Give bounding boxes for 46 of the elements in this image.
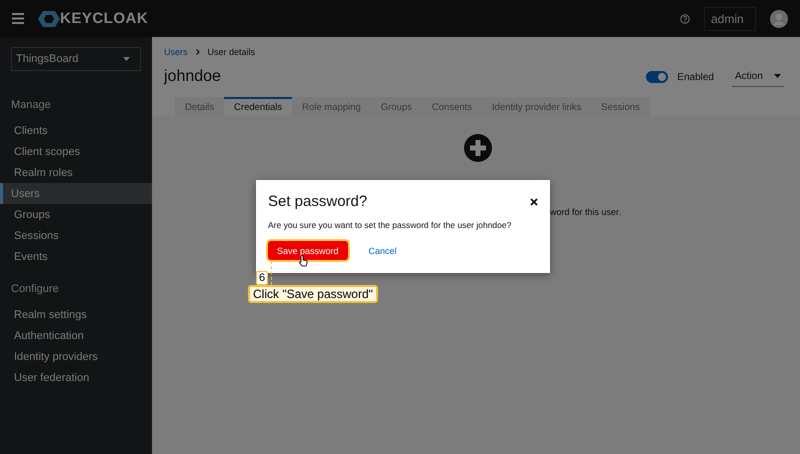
nav-item[interactable]: Realm roles: [0, 162, 152, 183]
cancel-link[interactable]: Cancel: [360, 241, 406, 260]
tab[interactable]: Identity provider links: [482, 97, 592, 116]
switch-label: Enabled: [677, 72, 714, 82]
realm-dropdown[interactable]: ThingsBoard: [11, 47, 141, 71]
breadcrumb-current: User details: [208, 47, 256, 57]
action-dropdown[interactable]: Action: [732, 67, 784, 87]
step-number: 6: [256, 271, 268, 285]
menu-icon[interactable]: [12, 13, 24, 24]
tab[interactable]: Groups: [370, 97, 422, 116]
callout-text: Click "Save password": [248, 285, 378, 303]
save-button[interactable]: Save password: [268, 241, 348, 260]
nav-item[interactable]: Sessions: [0, 225, 152, 246]
page-title: johndoe: [164, 68, 221, 86]
dialog-message: Are you sure you want to set the password for the user johndoe?: [268, 220, 512, 230]
caret-icon: [774, 74, 781, 78]
empty-state-text: word for this user.: [550, 207, 622, 217]
nav-item[interactable]: Identity providers: [0, 346, 152, 367]
breadcrumb-link[interactable]: Users: [164, 47, 188, 57]
tab[interactable]: Credentials: [224, 97, 292, 116]
close-icon[interactable]: [530, 198, 538, 206]
nav-item[interactable]: Users: [0, 183, 152, 204]
nav-item[interactable]: Groups: [0, 204, 152, 225]
nav-section-title: Manage: [10, 99, 52, 111]
dialog-title: Set password?: [268, 193, 368, 210]
tab[interactable]: Sessions: [591, 97, 650, 116]
logo-icon: [38, 10, 60, 26]
user-dropdown[interactable]: admin: [704, 6, 756, 30]
nav-item[interactable]: Authentication: [0, 325, 152, 346]
nav-item[interactable]: Events: [0, 246, 152, 267]
tab[interactable]: Details: [175, 97, 224, 116]
nav-item[interactable]: Realm settings: [0, 304, 152, 325]
help-icon[interactable]: [680, 14, 690, 24]
avatar-icon[interactable]: [770, 10, 788, 28]
hand-cursor-icon: [299, 255, 308, 267]
nav-item[interactable]: Client scopes: [0, 141, 152, 162]
nav-item[interactable]: Clients: [0, 120, 152, 141]
add-circle-icon[interactable]: [464, 134, 492, 162]
caret-icon: [123, 57, 130, 61]
logo-text: KEYCLOAK: [60, 10, 148, 27]
nav-section-title: Configure: [10, 283, 60, 295]
tab[interactable]: Role mapping: [292, 97, 371, 116]
tab[interactable]: Consents: [422, 97, 482, 116]
enabled-switch[interactable]: [646, 71, 668, 83]
chevron-right-icon: [196, 49, 200, 55]
nav-item[interactable]: User federation: [0, 367, 152, 388]
